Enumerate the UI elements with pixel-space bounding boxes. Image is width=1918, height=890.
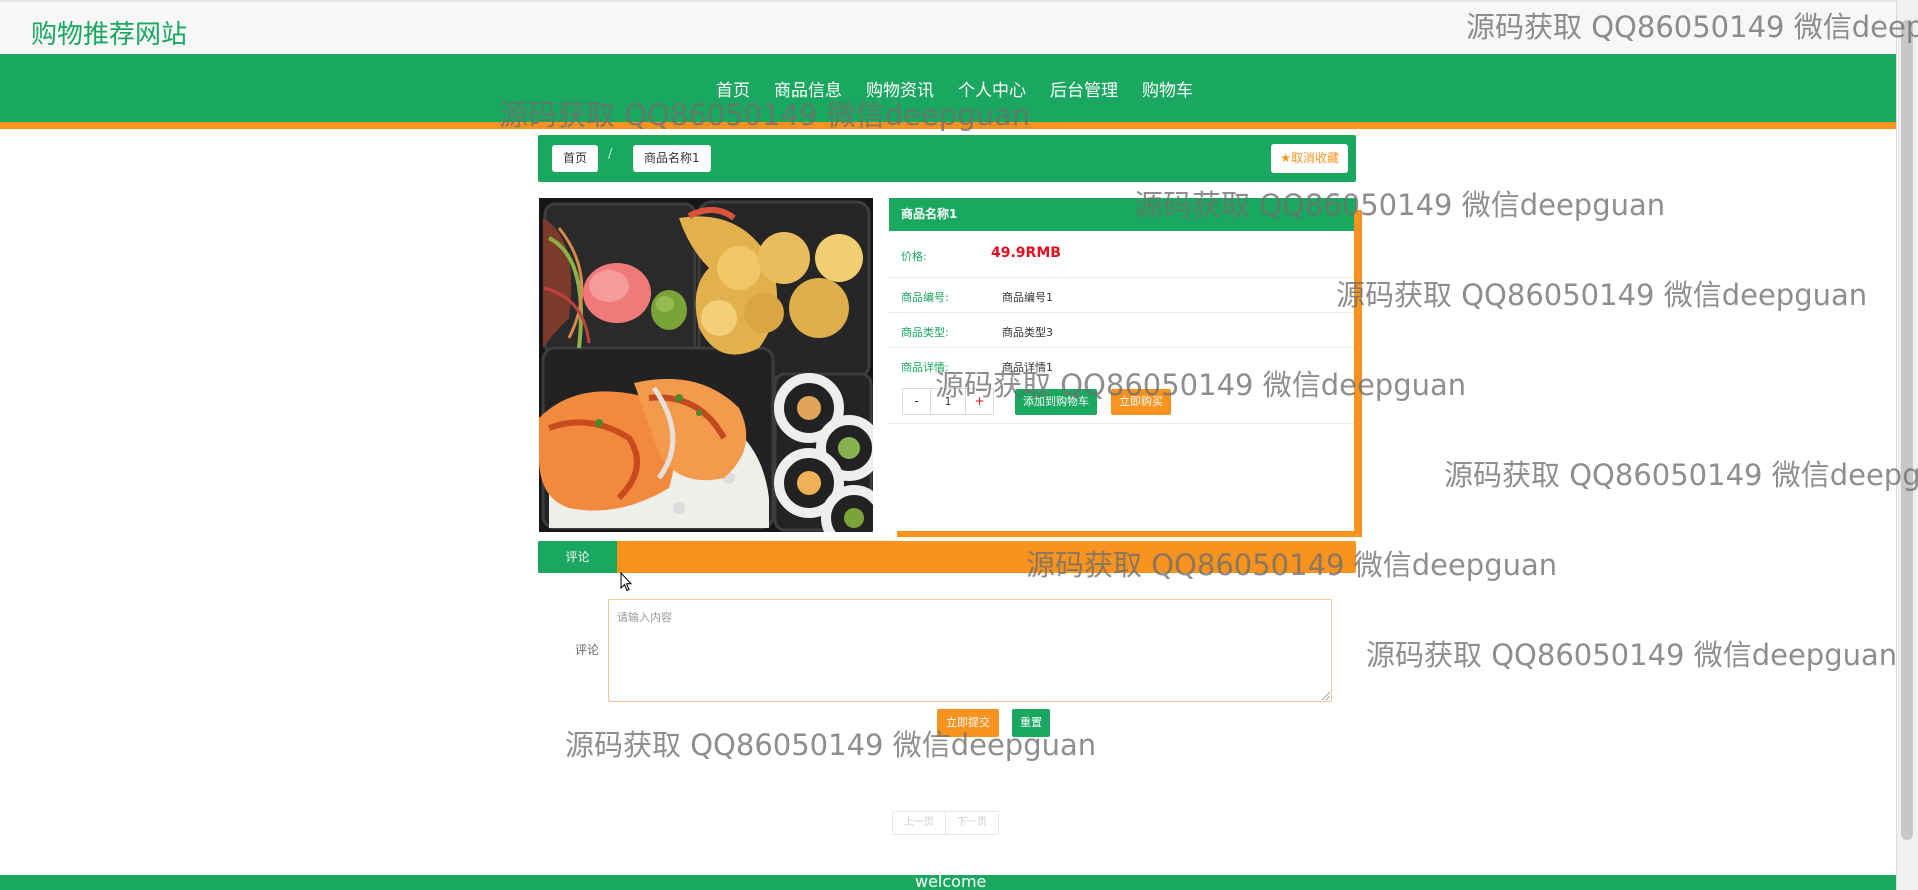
- quantity-decrease-button[interactable]: -: [903, 389, 931, 414]
- nav-item-news[interactable]: 购物资讯: [854, 76, 946, 101]
- mouse-cursor-icon: [620, 572, 632, 592]
- top-header: 购物推荐网站: [0, 0, 1896, 54]
- breadcrumb-home[interactable]: 首页: [552, 145, 599, 172]
- nav-item-cart[interactable]: 购物车: [1130, 76, 1205, 101]
- product-detail-row: 商品详情: 商品详情1: [889, 348, 1356, 382]
- reset-button[interactable]: 重置: [1012, 709, 1050, 737]
- product-number-row: 商品编号: 商品编号1: [889, 278, 1356, 313]
- breadcrumb-separator: /: [608, 147, 613, 162]
- watermark: 源码获取 QQ86050149 微信deepguan: [1444, 458, 1918, 492]
- buy-now-button[interactable]: 立即购买: [1111, 389, 1171, 415]
- unfavorite-label: 取消收藏: [1290, 151, 1339, 165]
- actions-divider: [889, 423, 1356, 424]
- product-name-header: 商品名称1: [889, 198, 1356, 231]
- add-to-cart-button[interactable]: 添加到购物车: [1015, 389, 1097, 415]
- scrollbar-thumb[interactable]: [1901, 20, 1913, 840]
- comment-tab-bar: 评论: [538, 541, 1356, 573]
- submit-comment-button[interactable]: 立即提交: [937, 709, 999, 737]
- site-title[interactable]: 购物推荐网站: [31, 14, 187, 51]
- comment-form-label: 评论: [575, 643, 600, 657]
- page-scrollbar[interactable]: [1896, 0, 1918, 890]
- product-number-label: 商品编号:: [901, 291, 949, 304]
- product-type-value: 商品类型3: [1002, 326, 1053, 339]
- product-info-panel: 商品名称1 价格: 49.9RMB 商品编号: 商品编号1 商品类型: 商品类型…: [889, 198, 1358, 532]
- info-frame-right: [1354, 210, 1362, 535]
- comment-input[interactable]: [608, 599, 1332, 702]
- unfavorite-button[interactable]: ★取消收藏: [1271, 144, 1348, 173]
- price-label: 价格:: [901, 250, 927, 263]
- watermark: 源码获取 QQ86050149 微信deepguan: [1336, 278, 1868, 312]
- nav-items: 首页 商品信息 购物资讯 个人中心 后台管理 购物车: [704, 76, 1205, 101]
- nav-item-products[interactable]: 商品信息: [762, 76, 854, 101]
- textarea-resize-handle[interactable]: [1322, 692, 1330, 700]
- nav-item-admin[interactable]: 后台管理: [1038, 76, 1130, 101]
- page: 购物推荐网站 首页 商品信息 购物资讯 个人中心 后台管理 购物车 首页 / 商…: [0, 0, 1918, 890]
- product-number-value: 商品编号1: [1002, 291, 1053, 304]
- product-detail-value: 商品详情1: [1002, 361, 1053, 374]
- product-image: [539, 198, 873, 532]
- footer-text: welcome: [915, 875, 987, 890]
- prev-page-button[interactable]: 上一页: [893, 812, 945, 834]
- product-type-label: 商品类型:: [901, 326, 949, 339]
- product-type-row: 商品类型: 商品类型3: [889, 313, 1356, 348]
- quantity-input[interactable]: 1: [931, 389, 965, 414]
- footer: welcome: [0, 875, 1896, 890]
- info-frame-bottom: [897, 531, 1362, 537]
- nav-item-profile[interactable]: 个人中心: [946, 76, 1038, 101]
- main-nav: 首页 商品信息 购物资讯 个人中心 后台管理 购物车: [0, 54, 1896, 129]
- watermark: 源码获取 QQ86050149 微信deepguan: [1366, 638, 1898, 672]
- quantity-stepper: - 1 +: [902, 388, 994, 415]
- breadcrumb: 首页 / 商品名称1 ★取消收藏: [538, 135, 1356, 182]
- nav-item-home[interactable]: 首页: [704, 76, 762, 101]
- product-detail-label: 商品详情:: [901, 361, 949, 374]
- star-icon: ★: [1280, 151, 1291, 165]
- price-row: 价格: 49.9RMB: [889, 231, 1356, 278]
- next-page-button[interactable]: 下一页: [945, 812, 998, 834]
- quantity-increase-button[interactable]: +: [965, 389, 993, 414]
- price-value: 49.9RMB: [991, 245, 1061, 261]
- tab-comments[interactable]: 评论: [538, 541, 617, 573]
- pagination: 上一页 下一页: [892, 811, 999, 835]
- breadcrumb-current[interactable]: 商品名称1: [633, 145, 711, 172]
